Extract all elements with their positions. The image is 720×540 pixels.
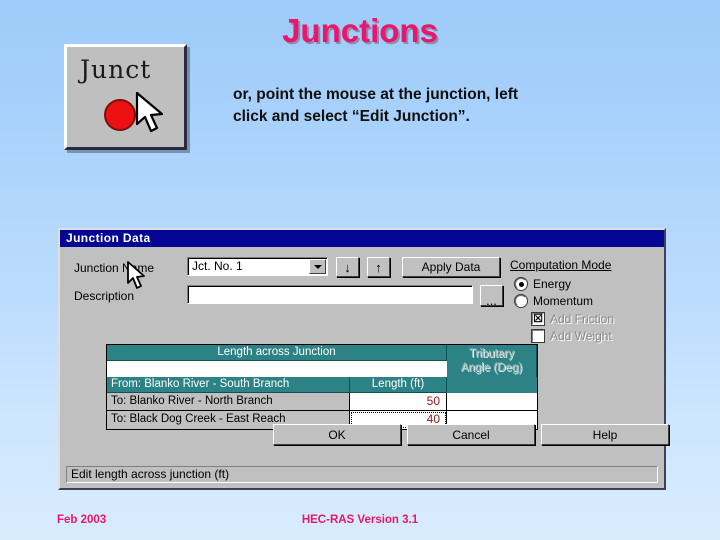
dialog-body: Junction Name Jct. No. 1 ↓ ↑ Apply Data …	[60, 247, 669, 488]
checkbox-add-weight-icon	[532, 330, 544, 342]
tributary-angle-line-1: Tributary	[469, 348, 514, 360]
checkbox-add-friction-label: Add Friction	[550, 312, 615, 326]
tributary-angle-line-2: Angle (Deg)	[460, 362, 523, 374]
previous-junction-up-button[interactable]: ↑	[367, 257, 390, 277]
body-text: or, point the mouse at the junction, lef…	[233, 84, 633, 129]
junction-name-value: Jct. No. 1	[192, 259, 243, 273]
next-junction-down-button[interactable]: ↓	[336, 257, 359, 277]
cancel-button[interactable]: Cancel	[407, 424, 535, 445]
radio-momentum-icon	[515, 295, 527, 307]
table-header-row-top: Length across Junction Tributary Angle (…	[107, 345, 537, 377]
checkbox-add-weight-label: Add Weight	[550, 329, 612, 343]
junction-icon-label: Junct	[80, 55, 152, 84]
junction-lengths-table: Length across Junction Tributary Angle (…	[106, 344, 538, 430]
junction-data-dialog: Junction Data Junction Name Jct. No. 1 ↓…	[58, 228, 669, 490]
chevron-down-icon[interactable]	[309, 259, 326, 274]
radio-energy-label: Energy	[533, 277, 572, 291]
body-text-line-2: click and select “Edit Junction”.	[233, 108, 470, 126]
checkbox-add-weight[interactable]: Add Weight	[532, 329, 612, 343]
checkbox-add-friction-icon: ☒	[532, 313, 544, 325]
table-row[interactable]: To: Blanko River - North Branch 50	[107, 393, 537, 411]
radio-energy-icon	[515, 278, 527, 290]
ok-button[interactable]: OK	[273, 424, 401, 445]
checkbox-add-friction[interactable]: ☒ Add Friction	[532, 312, 614, 326]
junction-icon-box: Junct	[64, 44, 187, 150]
radio-momentum-label: Momentum	[533, 294, 594, 308]
help-button[interactable]: Help	[541, 424, 669, 445]
slide-canvas: Junctions Junct or, point the mouse at t…	[0, 0, 720, 540]
table-header-from-reach: From: Blanko River - South Branch	[107, 377, 350, 393]
computation-mode-group-label: Computation Mode	[510, 258, 612, 272]
table-header-row-bottom: From: Blanko River - South Branch Length…	[107, 377, 537, 393]
table-header-length-across-junction: Length across Junction	[107, 345, 447, 361]
table-header-tributary-angle: Tributary Angle (Deg)	[447, 345, 537, 377]
dialog-title: Junction Data	[66, 231, 151, 245]
status-bar: Edit length across junction (ft)	[66, 466, 658, 483]
junction-red-dot-icon	[104, 99, 136, 131]
radio-momentum[interactable]: Momentum	[515, 294, 593, 308]
footer-version: HEC-RAS Version 3.1	[301, 514, 419, 526]
junction-name-combo[interactable]: Jct. No. 1	[187, 257, 328, 276]
description-input[interactable]	[187, 285, 473, 304]
body-text-line-1: or, point the mouse at the junction, lef…	[233, 86, 519, 103]
radio-energy[interactable]: Energy	[515, 277, 571, 291]
row-length-cell[interactable]: 50	[350, 393, 447, 410]
description-browse-button[interactable]: ...	[480, 285, 503, 307]
description-label: Description	[74, 289, 135, 303]
dialog-titlebar: Junction Data	[60, 230, 664, 247]
table-header-length-ft: Length (ft)	[350, 377, 447, 393]
junction-name-label: Junction Name	[74, 261, 155, 275]
apply-data-button[interactable]: Apply Data	[402, 257, 500, 277]
mouse-cursor-icon	[135, 91, 164, 133]
row-angle-cell[interactable]	[447, 393, 537, 410]
row-reach-name: To: Blanko River - North Branch	[107, 393, 350, 410]
